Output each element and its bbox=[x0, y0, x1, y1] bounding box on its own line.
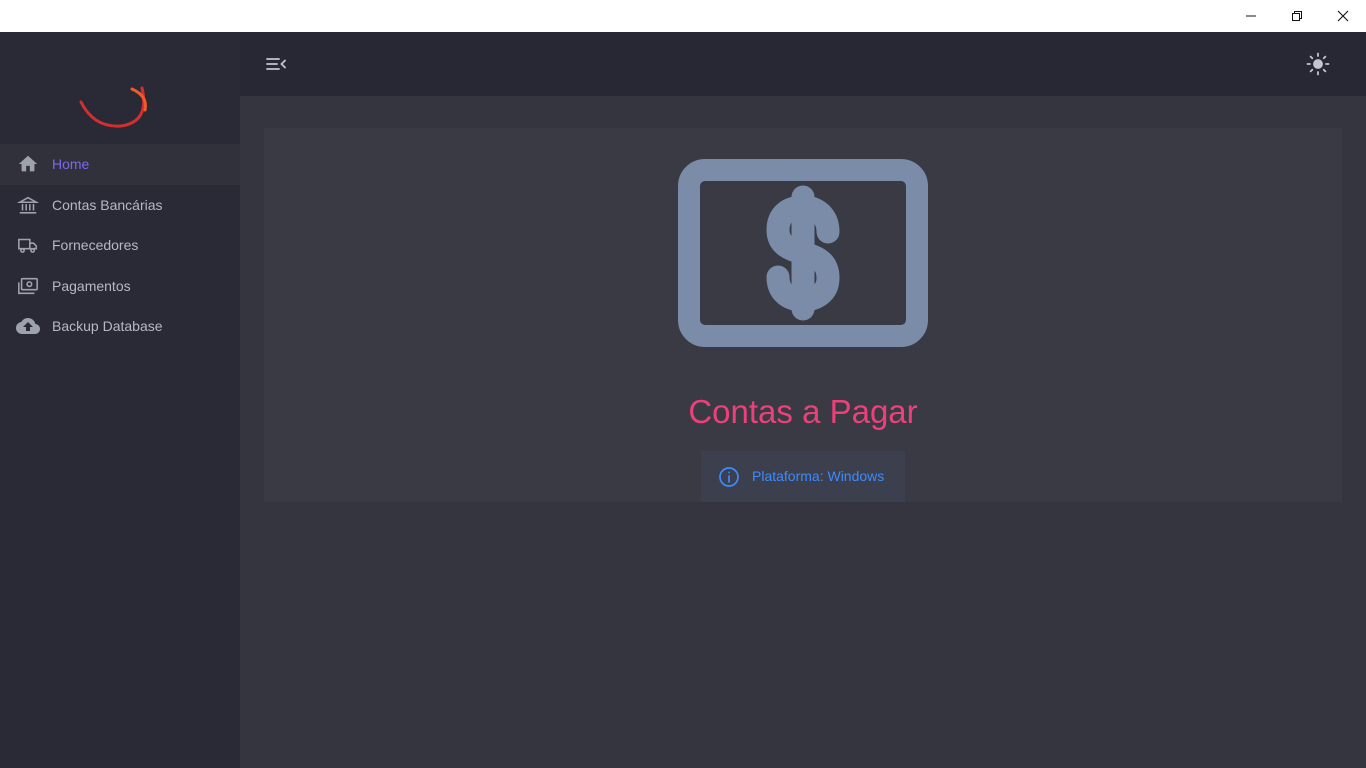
theme-toggle-button[interactable] bbox=[1306, 52, 1330, 76]
truck-icon bbox=[16, 233, 40, 257]
sun-icon bbox=[1306, 52, 1330, 76]
platform-text: Plataforma: Windows bbox=[752, 468, 885, 484]
dollar-bill-icon bbox=[678, 159, 928, 347]
close-icon bbox=[1337, 10, 1349, 22]
maximize-icon bbox=[1292, 11, 1302, 21]
app-logo bbox=[79, 86, 147, 128]
platform-info-badge: Plataforma: Windows bbox=[701, 451, 905, 502]
minimize-button[interactable] bbox=[1228, 0, 1274, 32]
home-icon bbox=[16, 152, 40, 176]
minimize-icon bbox=[1246, 15, 1256, 17]
sidebar-item-pagamentos[interactable]: Pagamentos bbox=[0, 266, 240, 307]
maximize-button[interactable] bbox=[1274, 0, 1320, 32]
sidebar-item-label: Backup Database bbox=[52, 318, 163, 335]
payments-icon bbox=[16, 274, 40, 298]
sidebar-item-contas-bancarias[interactable]: Contas Bancárias bbox=[0, 185, 240, 226]
sidebar-item-backup-database[interactable]: Backup Database bbox=[0, 306, 240, 347]
sidebar-item-label: Fornecedores bbox=[52, 237, 139, 254]
window-titlebar bbox=[0, 0, 1366, 32]
cloud-upload-icon bbox=[16, 314, 40, 338]
sidebar-item-fornecedores[interactable]: Fornecedores bbox=[0, 225, 240, 266]
close-button[interactable] bbox=[1320, 0, 1366, 32]
sidebar-item-home[interactable]: Home bbox=[0, 144, 240, 185]
home-card: Contas a Pagar Plataforma: Windows bbox=[264, 128, 1342, 502]
sidebar-item-label: Pagamentos bbox=[52, 277, 131, 294]
sidebar-nav: Home Contas Bancárias Fornecedores Pagam… bbox=[0, 144, 240, 347]
menu-collapse-icon bbox=[266, 58, 286, 70]
app-toolbar bbox=[240, 32, 1366, 96]
bank-icon bbox=[16, 193, 40, 217]
sidebar: Home Contas Bancárias Fornecedores Pagam… bbox=[0, 32, 240, 768]
menu-toggle-button[interactable] bbox=[264, 52, 288, 76]
page-title: Contas a Pagar bbox=[688, 393, 918, 430]
sidebar-item-label: Contas Bancárias bbox=[52, 196, 163, 213]
info-icon bbox=[719, 467, 739, 487]
sidebar-item-label: Home bbox=[52, 156, 90, 173]
